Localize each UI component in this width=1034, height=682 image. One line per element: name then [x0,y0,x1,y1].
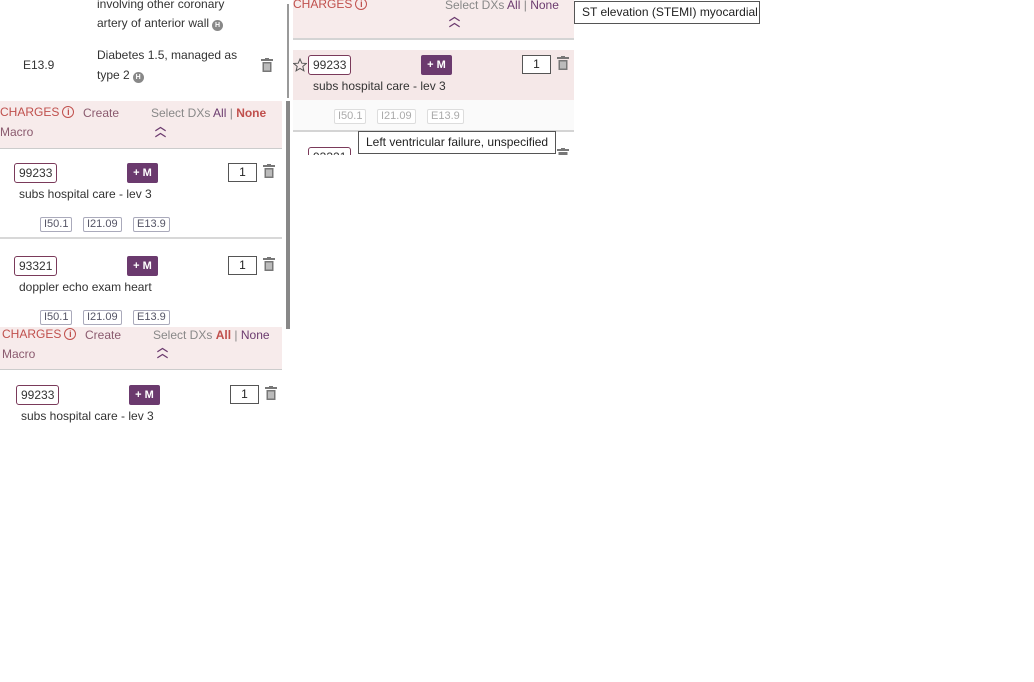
dx-chip[interactable]: I21.09 [83,310,122,325]
info-icon[interactable]: i [64,328,77,340]
select-all-link[interactable]: All [216,328,231,342]
collapse-chevron-icon[interactable]: ︿ ︿ [157,343,168,360]
select-dxs: Select DXs All | None [445,0,559,12]
divider [293,38,574,40]
quantity-input[interactable]: 1 [522,55,551,74]
scrollbar[interactable] [287,4,289,98]
trash-icon[interactable] [261,58,273,72]
charge-description: subs hospital care - lev 3 [19,187,152,201]
cpt-code-box[interactable]: 99233 [16,385,60,405]
select-dxs: Select DXs All | None [151,106,267,120]
dx-chip[interactable]: I50.1 [40,310,73,325]
create-macro-link-line2[interactable]: Macro [2,347,35,361]
dx-chip[interactable]: I50.1 [40,217,73,232]
scrollbar[interactable] [286,101,290,329]
cpt-code-box[interactable]: 93321 [14,256,58,276]
info-icon[interactable]: i [62,106,75,118]
dx-description-line2: artery of anterior wall H [97,16,224,31]
select-all-link[interactable]: All [213,106,226,120]
charges-title: CHARGES i [293,0,368,11]
quantity-input[interactable]: 1 [228,256,257,275]
dx-description-line1: involving other coronary [97,0,225,11]
history-icon[interactable]: H [212,20,224,31]
info-icon[interactable]: i [355,0,368,10]
divider [0,148,282,149]
trash-icon[interactable] [263,257,275,271]
dx-tooltip: ST elevation (STEMI) myocardial ir [574,1,760,24]
trash-icon[interactable] [557,56,569,70]
add-modifier-button[interactable]: + M [129,385,160,405]
charge-description: subs hospital care - lev 3 [313,79,446,93]
dx-tooltip: Left ventricular failure, unspecified [358,131,557,154]
add-modifier-button[interactable]: + M [127,256,158,276]
trash-icon[interactable] [557,148,569,155]
dx-chip[interactable]: I21.09 [83,217,122,232]
dx-chip[interactable]: E13.9 [427,109,464,124]
select-dxs: Select DXs All | None [153,328,270,342]
dx-chip[interactable]: E13.9 [133,217,170,232]
history-icon[interactable]: H [132,72,144,83]
divider [0,237,282,239]
charges-title: CHARGES i [0,105,75,119]
quantity-input[interactable]: 1 [228,163,257,182]
select-none-link[interactable]: None [236,106,266,120]
add-modifier-button[interactable]: + M [421,55,452,75]
dx-chip[interactable]: E13.9 [133,310,170,325]
select-none-link[interactable]: None [241,328,270,342]
charge-description: doppler echo exam heart [19,280,152,294]
dx-code: E13.9 [23,58,55,72]
trash-icon[interactable] [265,386,277,400]
star-icon[interactable] [293,58,307,72]
trash-icon[interactable] [263,164,275,178]
create-macro-link-line2[interactable]: Macro [0,125,33,139]
charge-description: subs hospital care - lev 3 [21,409,154,423]
cpt-code-box[interactable]: 93321 [308,147,352,155]
dx-description-line1: Diabetes 1.5, managed as [97,48,238,62]
dx-description-line2: type 2H [97,68,144,83]
cpt-code-box[interactable]: 99233 [14,163,58,183]
collapse-chevron-icon[interactable]: ︿ ︿ [449,12,460,29]
dx-list: involving other coronary artery of anter… [0,0,282,98]
select-none-link[interactable]: None [530,0,559,12]
dx-chip[interactable]: I21.09 [377,109,416,124]
add-modifier-button[interactable]: + M [127,163,158,183]
create-macro-link-line1[interactable]: Create [83,106,119,120]
select-all-link[interactable]: All [507,0,520,12]
collapse-chevron-icon[interactable]: ︿ ︿ [155,122,166,139]
cpt-code-box[interactable]: 99233 [308,55,352,75]
quantity-input[interactable]: 1 [230,385,259,404]
dx-chip[interactable]: I50.1 [334,109,367,124]
create-macro-link-line1[interactable]: Create [85,328,121,342]
charges-title: CHARGES i [2,327,77,341]
